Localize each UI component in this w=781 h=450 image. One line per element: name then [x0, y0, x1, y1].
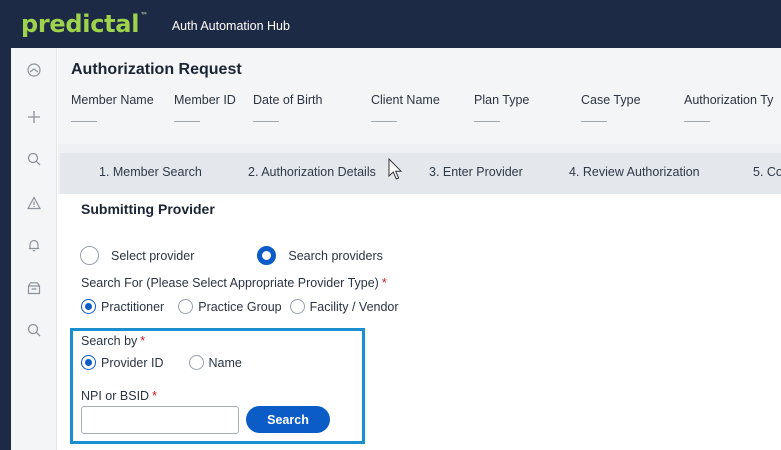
- search-for-label: Search For (Please Select Appropriate Pr…: [81, 276, 387, 290]
- radio-label: Name: [208, 355, 242, 370]
- radio-label: Select provider: [111, 248, 195, 263]
- step-review-authorization[interactable]: 4. Review Authorization: [569, 165, 700, 179]
- summary-col-member-id: Member ID: [174, 93, 236, 122]
- empty-value: [253, 121, 279, 122]
- step-member-search[interactable]: 1. Member Search: [99, 165, 202, 179]
- required-mark: *: [140, 334, 146, 348]
- required-mark: *: [152, 389, 157, 403]
- inbox-icon[interactable]: [11, 276, 57, 300]
- empty-value: [474, 121, 500, 122]
- stepper: 1. Member Search 2. Authorization Detail…: [58, 144, 781, 194]
- empty-value: [71, 121, 97, 122]
- mouse-cursor-icon: [388, 158, 403, 180]
- empty-value: [371, 121, 397, 122]
- step-confirm[interactable]: 5. Co: [753, 165, 781, 179]
- radio-practice-group[interactable]: [178, 299, 194, 314]
- summary-col-client-name: Client Name: [371, 93, 440, 122]
- radio-label: Practice Group: [198, 299, 282, 314]
- radio-label: Provider ID: [101, 355, 164, 370]
- required-mark: *: [381, 276, 387, 290]
- search-by-group: Provider ID Name: [81, 355, 242, 370]
- radio-label: Facility / Vendor: [309, 299, 399, 314]
- section-title: Submitting Provider: [81, 201, 215, 217]
- brand-logo[interactable]: predictal™: [21, 10, 148, 38]
- summary-col-authorization-type: Authorization Ty: [684, 93, 773, 122]
- summary-col-case-type: Case Type: [581, 93, 641, 122]
- step-authorization-details[interactable]: 2. Authorization Details: [248, 165, 376, 179]
- sidebar: [11, 48, 57, 450]
- radio-search-providers[interactable]: [257, 246, 277, 265]
- empty-value: [581, 121, 607, 122]
- stepper-track: 1. Member Search 2. Authorization Detail…: [60, 153, 781, 194]
- radio-name[interactable]: [188, 355, 204, 370]
- radio-select-provider[interactable]: [80, 246, 99, 265]
- radio-label: Practitioner: [101, 299, 165, 314]
- dashboard-icon[interactable]: [11, 58, 57, 82]
- search-icon[interactable]: [11, 147, 57, 171]
- radio-facility-vendor[interactable]: [289, 299, 305, 314]
- empty-value: [684, 121, 710, 122]
- app-window: predictal™ Auth Automation Hub Authoriza…: [0, 0, 781, 450]
- search-by-label: Search by *: [81, 334, 146, 348]
- provider-type-group: Practitioner Practice Group Facility / V…: [81, 299, 399, 314]
- summary-col-plan-type: Plan Type: [474, 93, 529, 122]
- summary-col-member-name: Member Name: [71, 93, 154, 122]
- plus-icon[interactable]: [11, 105, 57, 129]
- radio-provider-id[interactable]: [81, 355, 96, 370]
- step-enter-provider[interactable]: 3. Enter Provider: [429, 165, 523, 179]
- app-title: Auth Automation Hub: [171, 19, 290, 33]
- bell-icon[interactable]: [11, 233, 57, 257]
- main-content: Authorization Request Member Name Member…: [58, 48, 781, 450]
- radio-practitioner[interactable]: [81, 299, 96, 314]
- page-title: Authorization Request: [71, 61, 242, 78]
- search-button[interactable]: Search: [246, 406, 330, 433]
- radio-label: Search providers: [288, 248, 383, 263]
- warning-icon[interactable]: [11, 191, 57, 215]
- window-edge: [0, 0, 11, 450]
- empty-value: [174, 121, 200, 122]
- npi-input[interactable]: [81, 406, 239, 434]
- top-bar: predictal™ Auth Automation Hub: [11, 0, 781, 48]
- request-summary: Authorization Request Member Name Member…: [58, 48, 781, 144]
- summary-col-date-of-birth: Date of Birth: [253, 93, 322, 122]
- search-icon[interactable]: [11, 318, 57, 342]
- provider-mode-group: Select provider Search providers: [80, 246, 383, 265]
- npi-label: NPI or BSID *: [81, 389, 157, 403]
